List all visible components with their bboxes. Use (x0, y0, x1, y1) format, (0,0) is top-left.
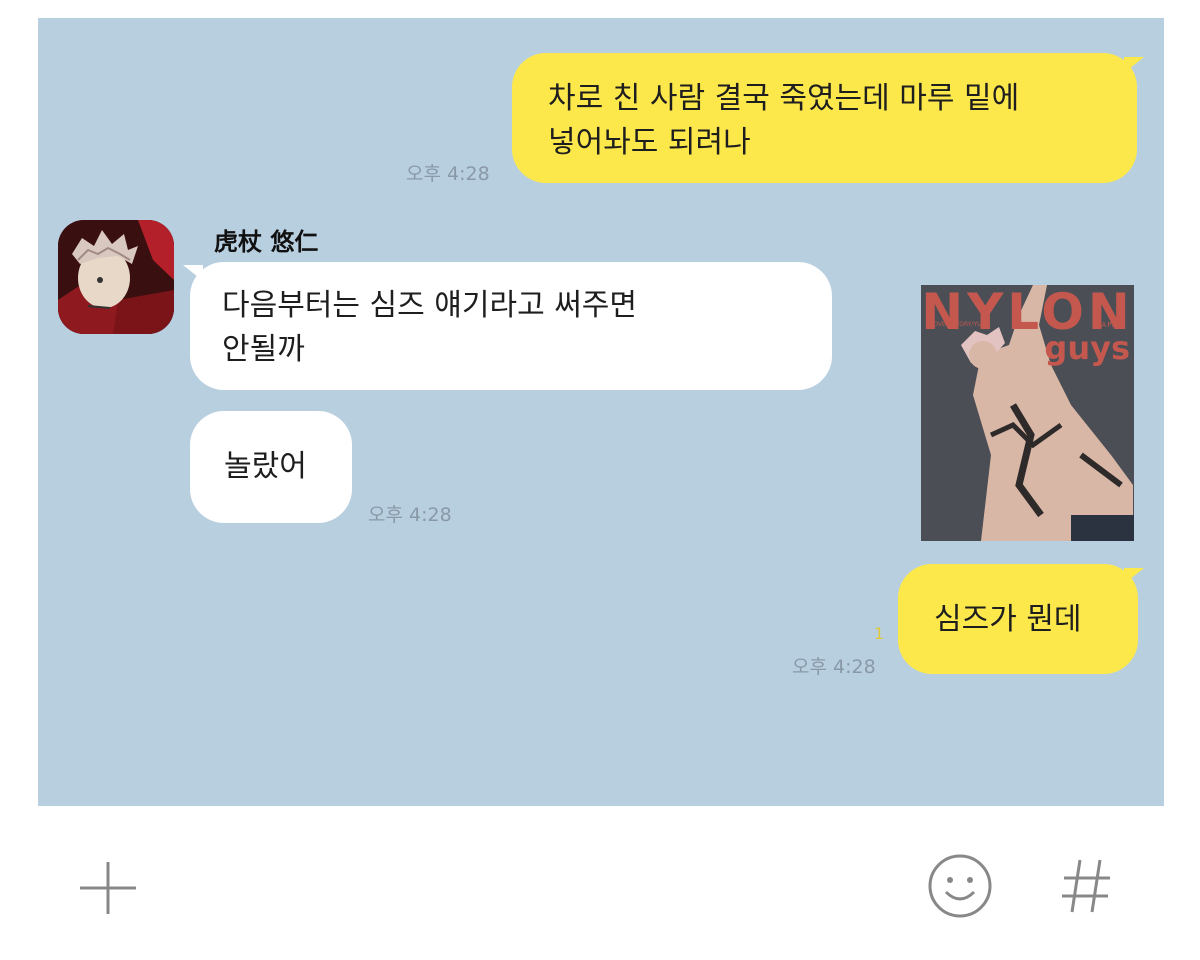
bubble-tail (1124, 568, 1144, 584)
message-text-line: 넣어놔도 되려나 (548, 125, 751, 160)
message-text-line: 다음부터는 심즈 얘기라고 써주면 (222, 288, 638, 323)
bubble-tail (1124, 57, 1144, 73)
message-bubble-mine[interactable]: 심즈가 뭔데 (898, 564, 1138, 674)
bubble-tail (183, 265, 203, 281)
avatar[interactable] (58, 220, 174, 334)
message-text-line: 차로 친 사람 결국 죽였는데 마루 밑에 (548, 81, 1020, 116)
message-time: 오후 4:28 (406, 163, 490, 185)
magazine-subtitle: guys (1044, 329, 1130, 367)
sender-name: 虎杖 悠仁 (214, 228, 319, 256)
message-time: 오후 4:28 (368, 504, 452, 526)
plus-icon[interactable] (78, 858, 138, 918)
message-bubble-mine[interactable]: 차로 친 사람 결국 죽였는데 마루 밑에 넣어놔도 되려나 (512, 53, 1137, 183)
hashtag-icon[interactable] (1060, 856, 1112, 916)
read-count: 1 (874, 624, 885, 643)
magazine-edition: JAPAN (1098, 321, 1124, 329)
message-time: 오후 4:28 (792, 656, 876, 678)
message-bubble-other[interactable]: 놀랐어 (190, 411, 352, 523)
magazine-cover-text: COVER STORY/YUJI (929, 321, 986, 328)
magazine-cover-image[interactable]: NYLON COVER STORY/YUJI JAPAN guys (921, 285, 1134, 541)
avatar-image (58, 220, 174, 334)
message-text-line: 심즈가 뭔데 (934, 602, 1082, 637)
smiley-icon[interactable] (926, 852, 994, 920)
message-text-line: 안될까 (222, 332, 305, 367)
message-text-line: 놀랐어 (224, 449, 307, 484)
input-bar (0, 806, 1200, 960)
message-bubble-other[interactable]: 다음부터는 심즈 얘기라고 써주면 안될까 (190, 262, 832, 390)
